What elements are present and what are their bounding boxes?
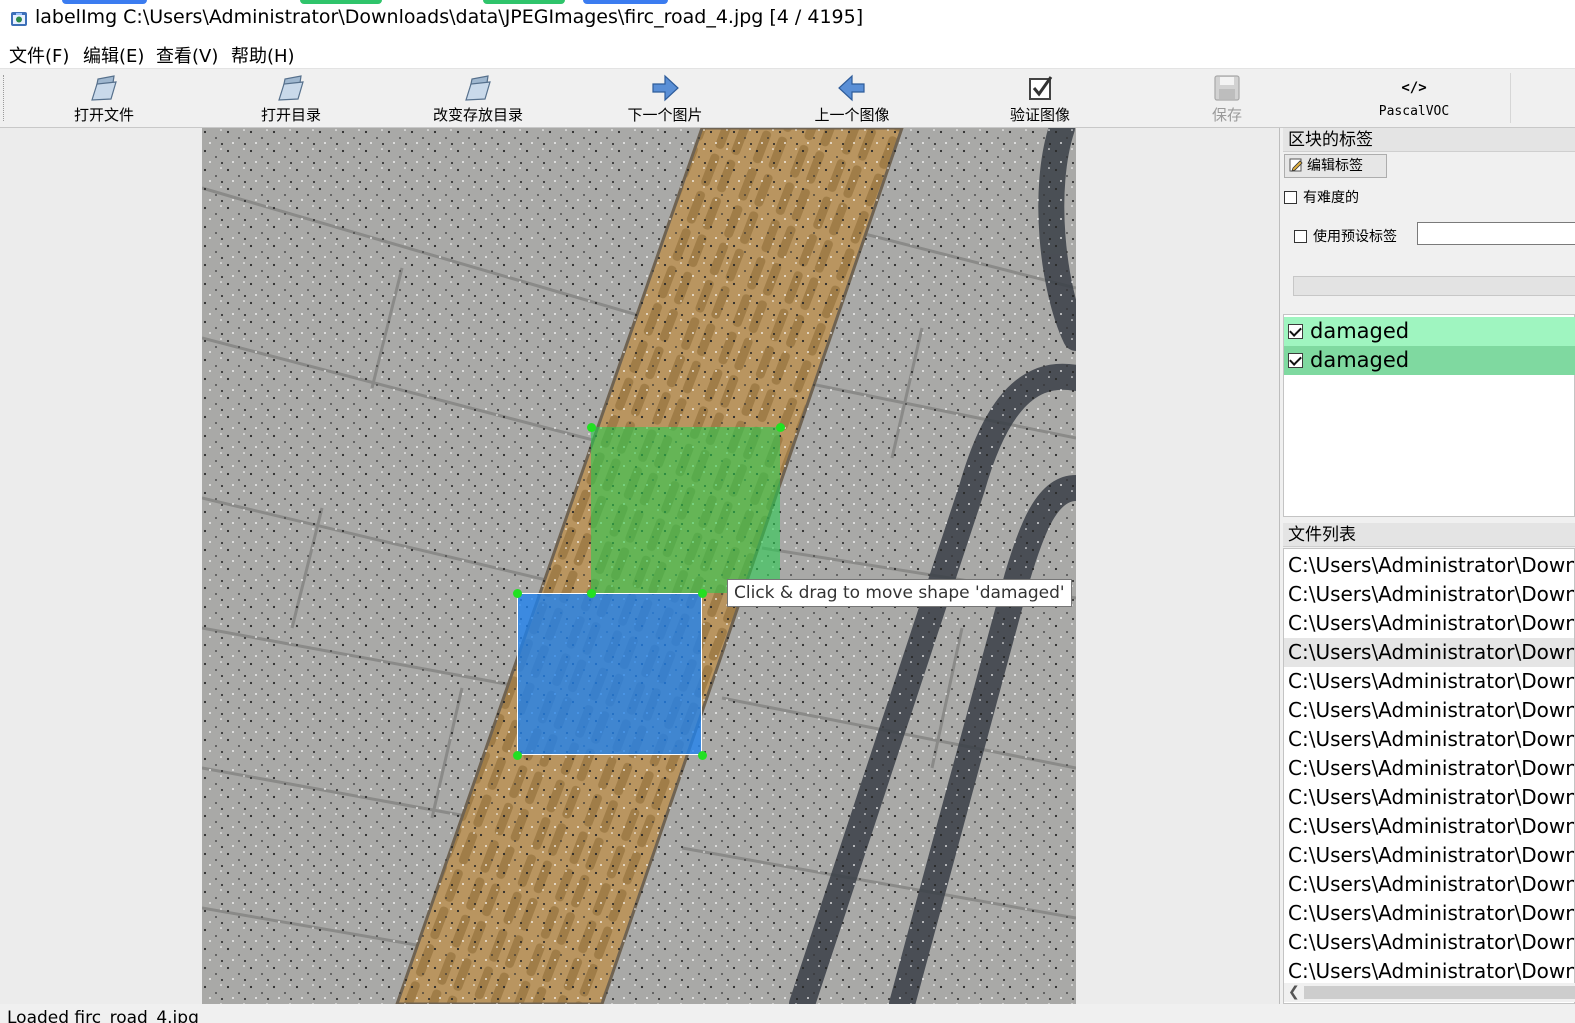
menu-file[interactable]: 文件(F) (9, 42, 69, 68)
arrow-left-icon (838, 74, 865, 102)
menu-help[interactable]: 帮助(H) (231, 42, 295, 68)
bbox-handle[interactable] (513, 589, 522, 598)
open-dir-button[interactable]: 打开目录 (216, 71, 366, 125)
file-list-item[interactable]: C:\Users\Administrator\Down (1284, 609, 1574, 638)
use-default-label-checkbox[interactable]: 使用预设标签 (1294, 226, 1397, 246)
taskbar-accent (483, 0, 565, 4)
verify-image-button[interactable]: 验证图像 (965, 71, 1115, 125)
code-icon: </> (1401, 80, 1427, 96)
labelimg-app-icon (11, 12, 27, 26)
verify-image-label: 验证图像 (1009, 106, 1070, 124)
bbox-handle[interactable] (587, 423, 596, 432)
file-list-item[interactable]: C:\Users\Administrator\Down (1284, 783, 1574, 812)
image-canvas[interactable]: Click & drag to move shape 'damaged' (0, 128, 1280, 1004)
bbox-damaged-green[interactable] (591, 427, 780, 593)
label-list-item[interactable]: damaged (1284, 317, 1575, 346)
shape-tooltip: Click & drag to move shape 'damaged' (727, 579, 1072, 607)
file-list-item[interactable]: C:\Users\Administrator\Down (1284, 551, 1574, 580)
label-item-text: damaged (1310, 319, 1410, 343)
toolbar-grip[interactable] (3, 75, 6, 121)
toolbar: 打开文件 打开目录 改变存放目录 下一个图片 上一个图像 验证图像 保存 </>… (0, 68, 1575, 128)
file-list-item-selected[interactable]: C:\Users\Administrator\Down (1284, 638, 1574, 667)
file-list-item[interactable]: C:\Users\Administrator\Down (1284, 696, 1574, 725)
label-visible-checkbox[interactable] (1288, 324, 1303, 339)
status-text: Loaded firc_road_4.jpg (7, 1008, 199, 1023)
label-visible-checkbox[interactable] (1288, 353, 1303, 368)
menu-edit[interactable]: 编辑(E) (83, 42, 144, 68)
prev-image-label: 上一个图像 (814, 106, 890, 124)
open-file-button[interactable]: 打开文件 (29, 71, 179, 125)
bbox-handle[interactable] (698, 589, 707, 598)
open-file-icon (91, 75, 117, 101)
toolbar-separator (1510, 73, 1511, 123)
change-save-dir-button[interactable]: 改变存放目录 (403, 71, 553, 125)
taskbar-accent (62, 0, 147, 4)
window-title: labelImg C:\Users\Administrator\Download… (35, 6, 864, 28)
file-list-horizontal-scrollbar[interactable]: ❮ (1284, 983, 1575, 1002)
file-list-item[interactable]: C:\Users\Administrator\Down (1284, 667, 1574, 696)
menu-view[interactable]: 查看(V) (156, 42, 218, 68)
open-dir-label: 打开目录 (260, 106, 321, 124)
file-list-item[interactable]: C:\Users\Administrator\Down (1284, 725, 1574, 754)
change-save-dir-label: 改变存放目录 (432, 106, 523, 124)
arrow-right-icon (652, 74, 679, 102)
pencil-icon (1289, 158, 1303, 172)
format-toggle-button[interactable]: </> PascalVOC (1339, 71, 1489, 125)
label-dock-title: 区块的标签 (1283, 128, 1575, 152)
save-label: 保存 (1211, 106, 1242, 124)
taskbar-accent (300, 0, 382, 4)
file-list-item[interactable]: C:\Users\Administrator\Down (1284, 899, 1574, 928)
bbox-handle[interactable] (698, 751, 707, 760)
file-list-item[interactable]: C:\Users\Administrator\Down (1284, 841, 1574, 870)
open-file-label: 打开文件 (73, 106, 134, 124)
default-label-input[interactable] (1417, 222, 1575, 245)
bbox-handle[interactable] (587, 589, 596, 598)
bbox-damaged-blue[interactable] (517, 593, 702, 755)
file-list[interactable]: C:\Users\Administrator\Down C:\Users\Adm… (1283, 548, 1575, 1004)
next-image-button[interactable]: 下一个图片 (590, 71, 740, 125)
file-list-item[interactable]: C:\Users\Administrator\Down (1284, 812, 1574, 841)
file-list-item[interactable]: C:\Users\Administrator\Down (1284, 870, 1574, 899)
title-bar: labelImg C:\Users\Administrator\Download… (0, 0, 1575, 38)
use-default-label-checkbox-box[interactable] (1294, 230, 1307, 243)
file-list-item[interactable]: C:\Users\Administrator\Down (1284, 957, 1574, 986)
checkmark-box-icon (1029, 76, 1053, 100)
taskbar-accent (583, 0, 668, 4)
scrollbar-thumb[interactable] (1304, 986, 1575, 999)
label-list-item[interactable]: damaged (1284, 346, 1575, 375)
difficult-checkbox-box[interactable] (1284, 191, 1297, 204)
prev-image-button[interactable]: 上一个图像 (777, 71, 927, 125)
scroll-left-icon[interactable]: ❮ (1288, 984, 1300, 1000)
label-combo-box[interactable] (1293, 276, 1575, 296)
file-list-item[interactable]: C:\Users\Administrator\Down (1284, 580, 1574, 609)
file-list-item[interactable]: C:\Users\Administrator\Down (1284, 754, 1574, 783)
difficult-checkbox-label: 有难度的 (1303, 190, 1359, 206)
use-default-label-checkbox-label: 使用预设标签 (1313, 229, 1397, 245)
bbox-handle[interactable] (513, 751, 522, 760)
save-button[interactable]: 保存 (1152, 71, 1302, 125)
next-image-label: 下一个图片 (627, 106, 703, 124)
status-bar: Loaded firc_road_4.jpg (0, 1004, 1575, 1023)
file-dock-title: 文件列表 (1283, 523, 1575, 547)
edit-label-text: 编辑标签 (1307, 158, 1363, 174)
floppy-disk-icon (1214, 75, 1240, 101)
save-folder-icon (465, 75, 491, 101)
bbox-handle[interactable] (776, 423, 785, 432)
label-item-text: damaged (1310, 348, 1410, 372)
menu-bar: 文件(F) 编辑(E) 查看(V) 帮助(H) (0, 38, 1575, 68)
edit-label-button[interactable]: 编辑标签 (1284, 154, 1387, 178)
label-list[interactable]: damaged damaged (1283, 314, 1575, 517)
format-label: PascalVOC (1378, 104, 1450, 119)
open-folder-icon (278, 75, 304, 101)
file-list-item[interactable]: C:\Users\Administrator\Down (1284, 928, 1574, 957)
difficult-checkbox[interactable]: 有难度的 (1284, 187, 1359, 207)
